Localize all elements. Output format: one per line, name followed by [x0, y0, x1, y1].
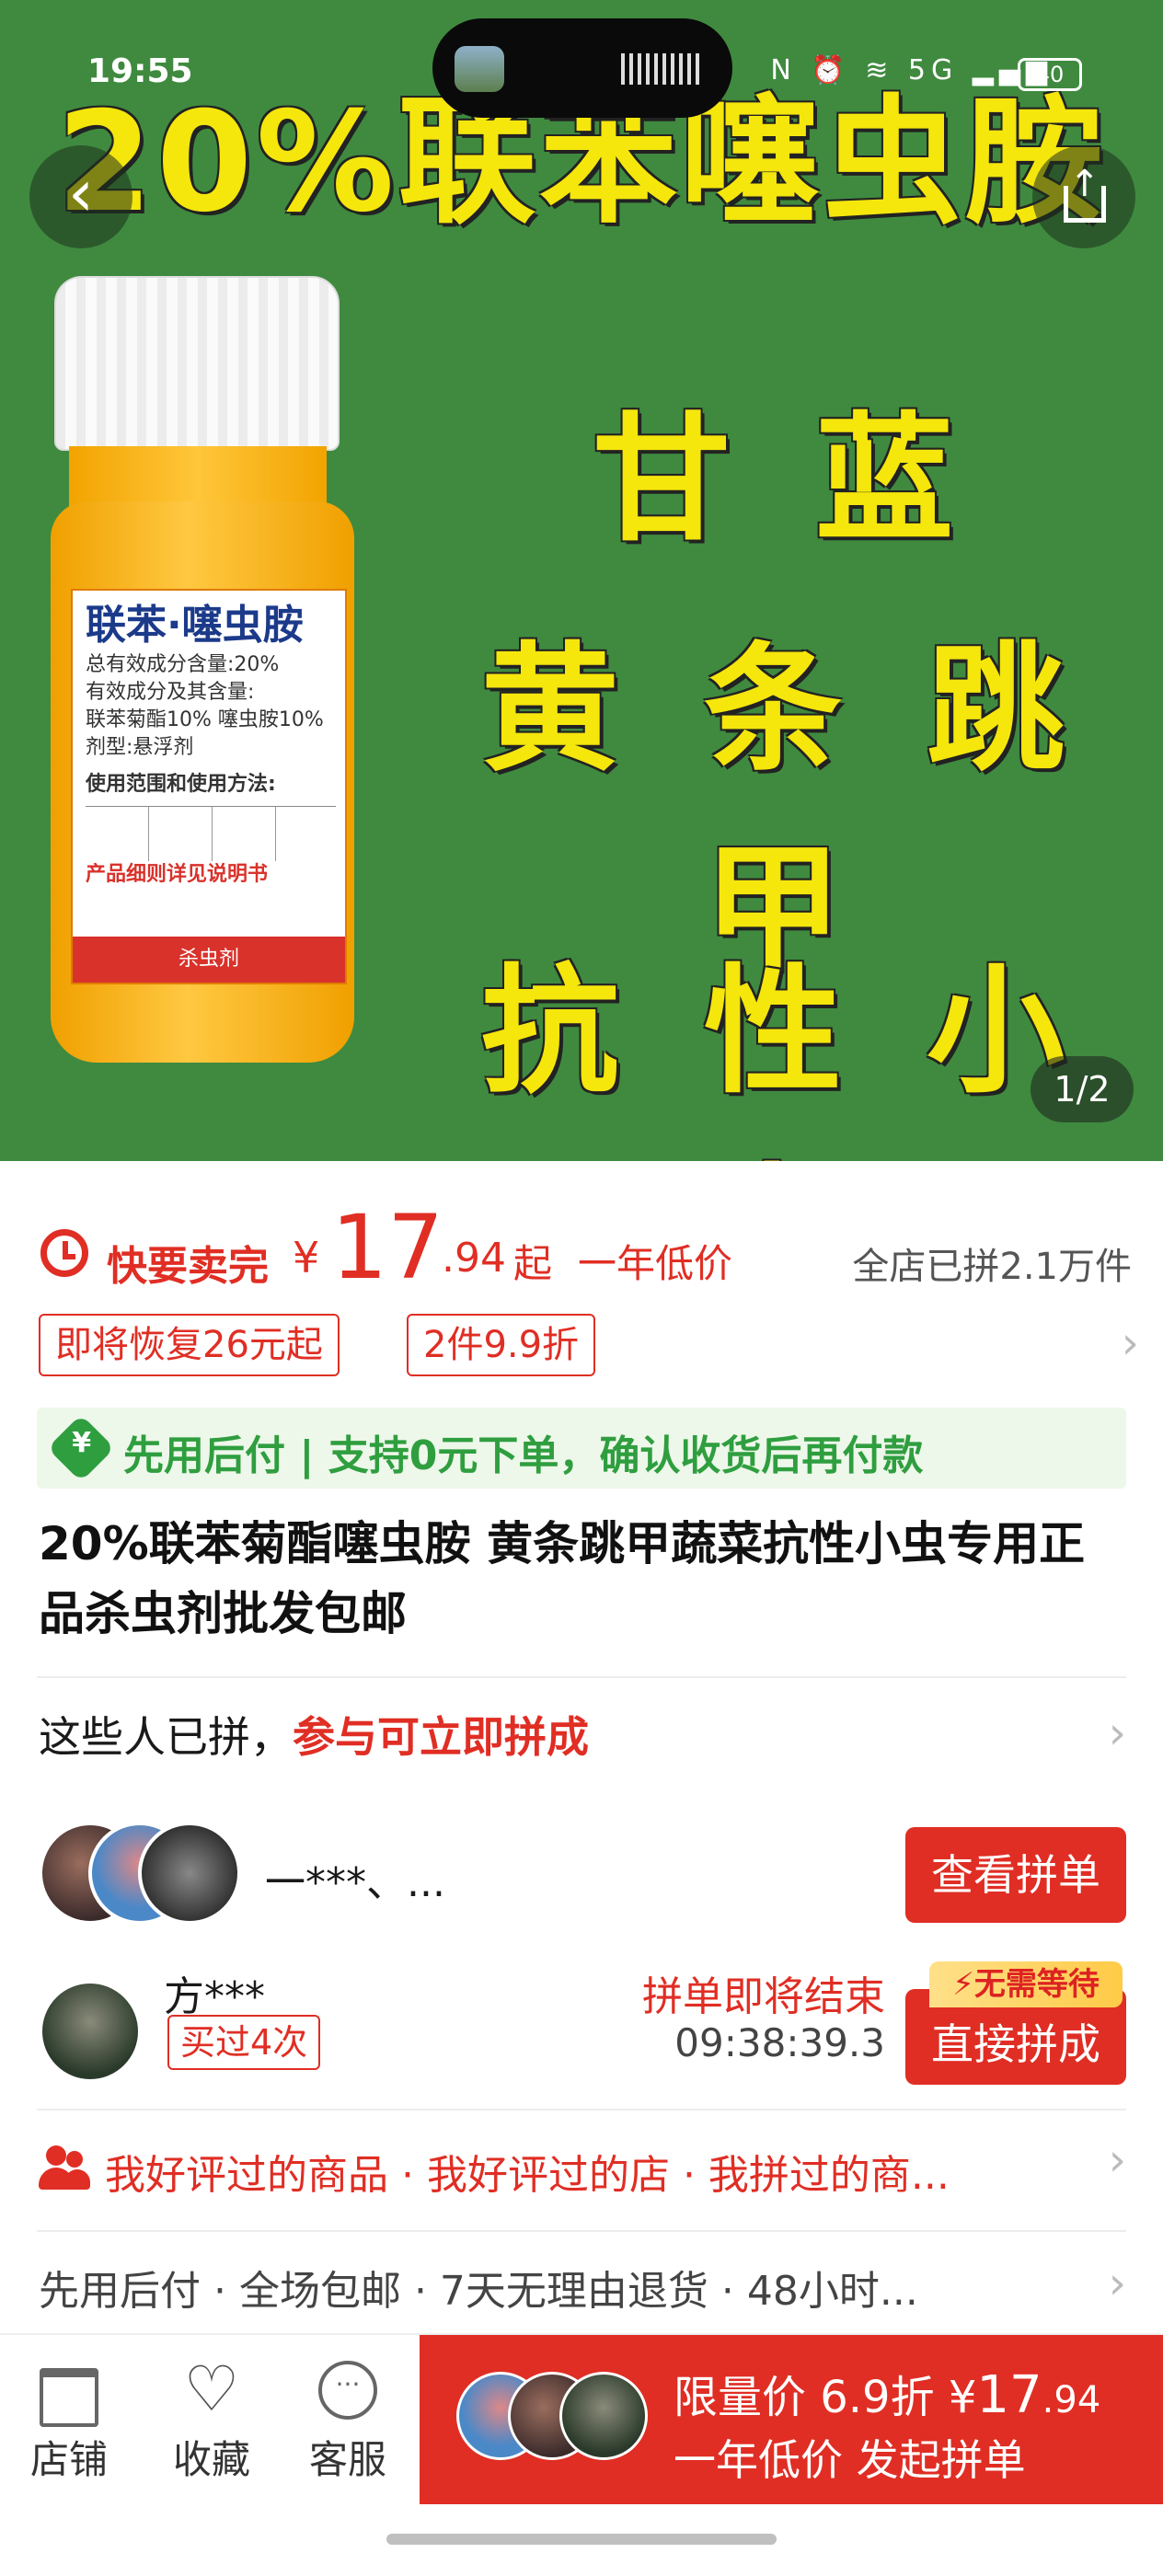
pay-later-banner[interactable]: ¥ 先用后付 | 支持0元下单，确认收货后再付款: [37, 1408, 1126, 1489]
pay-later-icon: ¥: [47, 1414, 115, 1482]
product-title: 20%联苯菊酯噻虫胺 黄条跳甲蔬菜抗性小虫专用正品杀虫剂批发包邮: [39, 1517, 1086, 1640]
chevron-right-icon: ›: [1108, 2134, 1126, 2186]
pay-later-text: 先用后付 | 支持0元下单，确认收货后再付款: [123, 1432, 924, 1479]
chevron-left-icon: ‹: [68, 155, 94, 231]
dynamic-island[interactable]: [432, 18, 732, 118]
product-image-carousel[interactable]: 20%联苯噻虫胺 甘 蓝 黄 条 跳 甲 抗 性 小 虫 联苯·噻虫胺 总有效成…: [0, 0, 1163, 1161]
sold-count: 全店已拼2.1万件: [852, 1246, 1132, 1288]
audio-wave-icon: [621, 53, 704, 85]
bottle-cap: [54, 276, 340, 451]
alarm-clock-icon: [40, 1229, 88, 1277]
recommend-row[interactable]: 我好评过的商品 · 我好评过的店 · 我拼过的商... ›: [39, 2134, 1126, 2201]
currency-symbol: ¥: [293, 1233, 320, 1282]
low-price-label: 一年低价: [578, 1241, 733, 1286]
price-decimal: .94: [442, 1235, 506, 1282]
start-group-buy-button[interactable]: 限量价 6.9折 ¥17.94 一年低价 发起拼单: [420, 2335, 1163, 2504]
no-wait-badge: ⚡无需等待: [929, 1961, 1123, 2007]
status-time: 19:55: [87, 52, 193, 90]
group-row-1: 一***、... 查看拼单: [39, 1822, 1126, 1932]
bottle-label-title: 联苯·噻虫胺: [86, 602, 304, 649]
group-join-row[interactable]: 这些人已拼，参与可立即拼成 ›: [39, 1704, 1126, 1777]
promo-tags[interactable]: 即将恢复26元起 2件9.9折 ›: [39, 1314, 1143, 1378]
hurry-label: 快要卖完: [107, 1243, 269, 1290]
buy-price-line: 限量价 6.9折 ¥17.94: [674, 2365, 1101, 2425]
avatar: [559, 2372, 648, 2460]
price-integer: 17: [331, 1196, 444, 1299]
service-label: 客服: [308, 2437, 386, 2482]
recommend-text: 我好评过的商品 · 我好评过的店 · 我拼过的商...: [105, 2152, 950, 2199]
bottle-category-strip: 杀虫剂: [73, 937, 345, 983]
bottom-action-bar: 店铺 ♡ 收藏 ··· 客服 限量价 6.9折 ¥17.94 一年低价 发起拼单: [0, 2333, 1163, 2504]
group-member-names: 一***、...: [265, 1859, 445, 1906]
chat-bubble-icon: ···: [318, 2361, 377, 2420]
back-button[interactable]: ‹: [29, 145, 132, 248]
avatar: [138, 1822, 241, 1925]
divider: [37, 2109, 1126, 2110]
heart-icon: ♡: [183, 2353, 240, 2426]
group-countdown: 09:38:39.3: [674, 2020, 885, 2065]
battery-icon: 40: [1018, 58, 1082, 91]
chevron-right-icon: ›: [1108, 1708, 1126, 1759]
price-row: 快要卖完 ¥ 17 .94 起 一年低价 全店已拼2.1万件: [37, 1196, 1132, 1299]
join-highlight: 参与可立即拼成: [293, 1712, 589, 1762]
service-row[interactable]: 先用后付 · 全场包邮 · 7天无理由退货 · 48小时... ›: [39, 2258, 1126, 2322]
chevron-right-icon: ›: [1108, 2258, 1126, 2309]
divider: [37, 2230, 1126, 2232]
promo-tag-restore: 即将恢复26元起: [39, 1314, 340, 1376]
chevron-right-icon: ›: [1121, 1317, 1139, 1369]
join-prefix: 这些人已拼，: [39, 1712, 293, 1762]
hero-line-crop: 甘 蓝: [592, 400, 973, 560]
hero-line-resistant: 抗 性 小 虫: [480, 952, 1084, 1161]
shop-label: 店铺: [29, 2437, 108, 2482]
service-text: 先用后付 · 全场包邮 · 7天无理由退货 · 48小时...: [39, 2268, 918, 2315]
group-row-2: 方*** 买过4次 拼单即将结束 09:38:39.3 直接拼成 ⚡无需等待: [39, 1961, 1126, 2090]
divider: [37, 1676, 1126, 1678]
bottle-label: 联苯·噻虫胺 总有效成分含量:20% 有效成分及其含量: 联苯菊酯10% 噻虫胺…: [71, 589, 347, 984]
share-button[interactable]: ↑: [1032, 145, 1135, 248]
buy-action-label: 一年低价 发起拼单: [674, 2435, 1026, 2485]
status-icons: N ⏰ ≋ 5G ▂▄▆: [770, 54, 1053, 86]
bought-badge: 买过4次: [167, 2015, 321, 2070]
view-group-button[interactable]: 查看拼单: [905, 1827, 1126, 1923]
product-bottle: 联苯·噻虫胺 总有效成分含量:20% 有效成分及其含量: 联苯菊酯10% 噻虫胺…: [51, 276, 354, 1067]
price-suffix: 起: [513, 1241, 553, 1286]
home-indicator[interactable]: [386, 2534, 777, 2545]
avatar: [39, 1980, 142, 2083]
favorite-button[interactable]: ♡ 收藏: [147, 2353, 276, 2485]
image-counter: 1/2: [1031, 1056, 1134, 1122]
group-ending-label: 拼单即将结束: [642, 1973, 885, 2020]
label-usage-table: [86, 806, 336, 861]
people-icon: [39, 2145, 90, 2190]
media-thumbnail: [455, 46, 504, 92]
store-icon: [40, 2368, 98, 2427]
promo-tag-discount: 2件9.9折: [407, 1314, 596, 1376]
shop-button[interactable]: 店铺: [5, 2361, 133, 2485]
customer-service-button[interactable]: ··· 客服: [283, 2361, 412, 2485]
favorite-label: 收藏: [172, 2437, 250, 2482]
group-user-name: 方***: [164, 1973, 265, 2020]
